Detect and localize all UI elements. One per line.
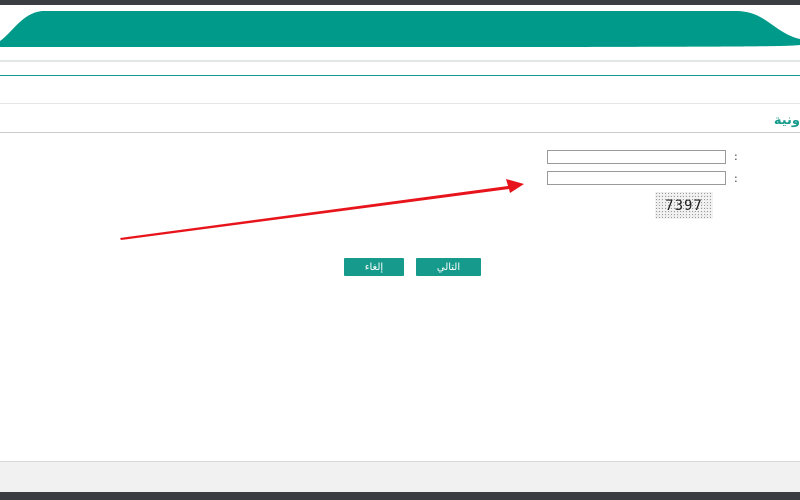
first-input[interactable] (547, 150, 726, 164)
banner-separator (0, 60, 800, 62)
header-divider (0, 75, 800, 76)
page-footer (0, 461, 800, 493)
captcha-code: 7397 (665, 197, 703, 214)
title-divider (0, 132, 800, 133)
page-title: ونية (773, 113, 800, 128)
next-button[interactable]: التالي (416, 258, 481, 276)
field1-label: : (734, 150, 738, 163)
captcha-image: 7397 (655, 192, 713, 219)
field2-label: : (734, 172, 738, 185)
breadcrumb-divider (0, 103, 800, 104)
second-input[interactable] (547, 171, 726, 185)
banner-shape (0, 5, 800, 61)
window-bottom-bar (0, 492, 800, 500)
site-banner (0, 5, 800, 61)
cancel-button[interactable]: إلغاء (344, 258, 404, 276)
